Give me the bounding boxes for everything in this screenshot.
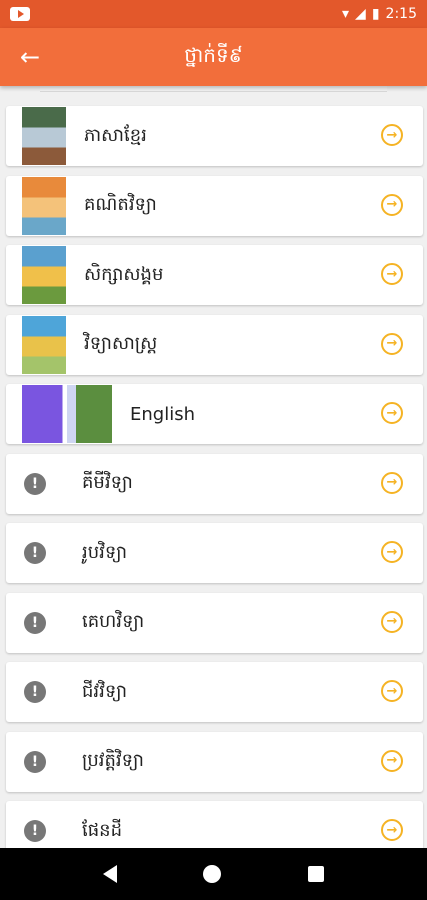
arrow-circle-right-icon[interactable]: → <box>381 680 403 702</box>
nav-recents-button[interactable] <box>307 866 324 882</box>
subject-label: គណិតវិទ្យា <box>84 194 157 215</box>
status-bar: ▾ ◢ ▮ 2:15 <box>0 0 427 28</box>
subject-item[interactable]: ! ជីវវិទ្យា → <box>6 662 423 722</box>
arrow-circle-right-icon[interactable]: → <box>381 471 403 494</box>
page-title: ថ្នាក់ទី៩ <box>184 43 243 67</box>
exclamation-circle-icon: ! <box>24 611 46 634</box>
arrow-circle-right-icon[interactable]: → <box>381 332 403 355</box>
youtube-notification-icon <box>10 7 30 21</box>
book-cover-image <box>22 176 66 235</box>
arrow-left-icon: ← <box>19 43 41 71</box>
arrow-circle-right-icon[interactable]: → <box>381 819 403 841</box>
back-button[interactable]: ← <box>0 28 60 86</box>
book-cover-image <box>22 246 66 304</box>
subject-item[interactable]: សិក្សាសង្គម → <box>6 245 423 305</box>
subject-item[interactable]: វិទ្យាសាស្ត្រ → <box>6 314 423 375</box>
arrow-circle-right-icon[interactable]: → <box>381 193 403 216</box>
arrow-circle-right-icon[interactable]: → <box>381 402 403 424</box>
subject-list[interactable]: ភាសាខ្មែរ → គណិតវិទ្យា → សិក្សាសង្គម → វិទ្យាស… <box>0 86 427 848</box>
subject-label: គេហវិទ្យា <box>82 611 145 632</box>
nav-back-button[interactable] <box>103 865 118 883</box>
exclamation-circle-icon: ! <box>24 681 46 703</box>
subject-label: English <box>130 403 195 425</box>
subject-item[interactable]: ! ប្រវត្តិវិទ្យា → <box>6 731 423 792</box>
list-top-divider <box>40 86 387 92</box>
arrow-circle-right-icon[interactable]: → <box>381 610 403 633</box>
subject-item[interactable]: គណិតវិទ្យា → <box>6 175 423 236</box>
exclamation-circle-icon: ! <box>24 542 46 564</box>
subject-label: ជីវវិទ្យា <box>82 680 128 702</box>
exclamation-circle-icon: ! <box>24 472 46 495</box>
book-cover-image <box>22 315 66 374</box>
arrow-circle-right-icon[interactable]: → <box>381 541 403 563</box>
nav-home-button[interactable] <box>203 865 222 883</box>
subject-label: ប្រវត្តិវិទ្យា <box>82 750 144 771</box>
subject-item[interactable]: ! រូបវិទ្យា → <box>6 523 423 583</box>
signal-icon: ◢ <box>355 6 366 22</box>
subject-label: ផែនដី <box>82 819 122 841</box>
book-cover-image <box>22 385 112 443</box>
subject-item[interactable]: ! គីមីវិទ្យា → <box>6 453 423 514</box>
subject-label: គីមីវិទ្យា <box>82 472 133 493</box>
subject-item[interactable]: English → <box>6 384 423 444</box>
exclamation-circle-icon: ! <box>24 820 46 842</box>
book-cover-image <box>22 107 66 165</box>
status-time: 2:15 <box>385 6 417 22</box>
subject-item[interactable]: ! គេហវិទ្យា → <box>6 592 423 653</box>
arrow-circle-right-icon[interactable]: → <box>381 263 403 285</box>
subject-label: សិក្សាសង្គម <box>84 263 164 285</box>
subject-label: រូបវិទ្យា <box>82 541 128 563</box>
wifi-icon: ▾ <box>342 6 350 22</box>
exclamation-circle-icon: ! <box>24 750 46 773</box>
subject-label: ភាសាខ្មែរ <box>84 124 147 146</box>
subject-label: វិទ្យាសាស្ត្រ <box>84 333 158 354</box>
arrow-circle-right-icon[interactable]: → <box>381 749 403 772</box>
subject-item[interactable]: ! ផែនដី → <box>6 801 423 848</box>
arrow-circle-right-icon[interactable]: → <box>381 124 403 146</box>
battery-icon: ▮ <box>371 6 380 22</box>
system-nav-bar <box>0 848 427 900</box>
subject-item[interactable]: ភាសាខ្មែរ → <box>6 106 423 166</box>
app-bar: ← ថ្នាក់ទី៩ <box>0 28 427 86</box>
